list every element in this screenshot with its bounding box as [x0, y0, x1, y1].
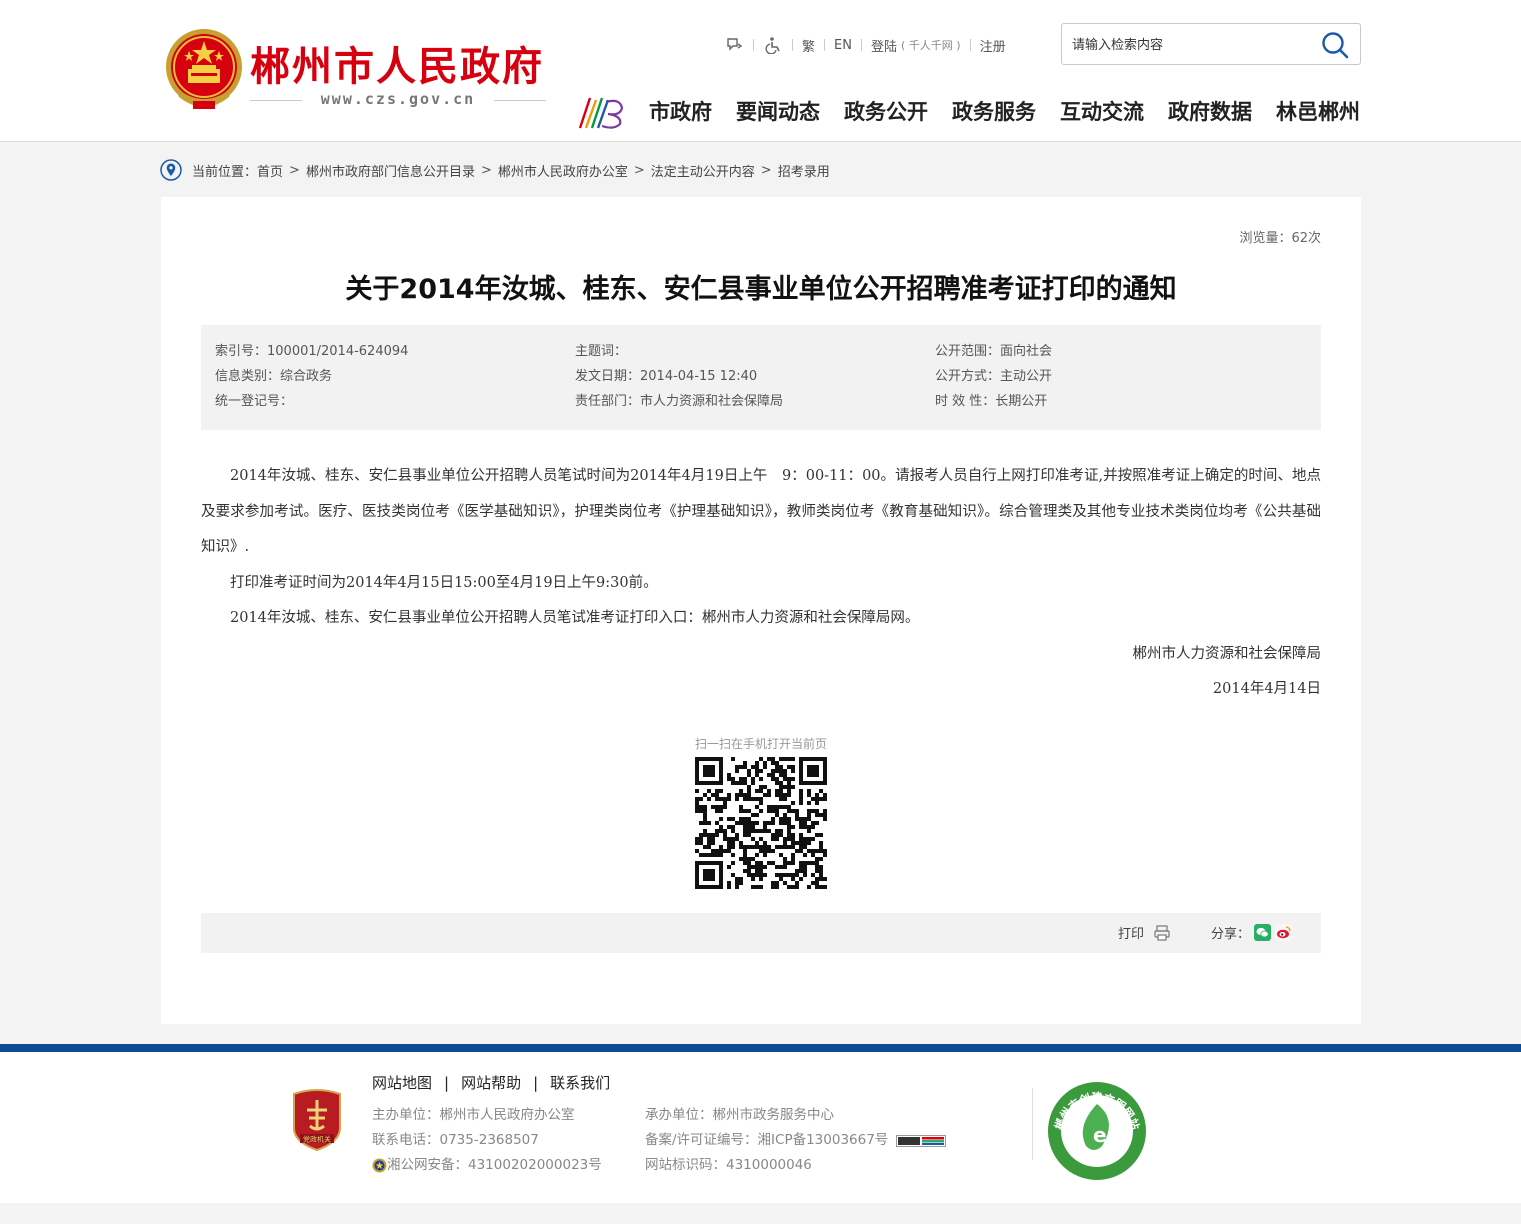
party-government-badge-icon[interactable]: 党政机关 [290, 1088, 344, 1152]
footer-operator: 承办单位：郴州市政务服务中心 [645, 1107, 834, 1123]
separator [860, 39, 862, 51]
breadcrumb-home[interactable]: 首页 [257, 161, 283, 180]
footer-site-id: 网站标识码：4310000046 [645, 1157, 812, 1173]
footer-icp-text: 备案/许可证编号：湘ICP备13003667号 [645, 1132, 889, 1148]
divider [250, 100, 302, 101]
footer-police-text: 湘公网安备：43100202000023号 [387, 1157, 602, 1173]
weibo-icon[interactable] [1275, 924, 1293, 941]
article-card: 浏览量：62次 关于2014年汝城、桂东、安仁县事业单位公开招聘准考证打印的通知… [161, 197, 1361, 1024]
breadcrumb-separator: > [633, 162, 645, 178]
separator [824, 39, 826, 51]
footer-link-help[interactable]: 网站帮助 [461, 1072, 521, 1093]
nav-item-services[interactable]: 政务服务 [952, 96, 1036, 128]
meta-scope: 公开范围：面向社会 [935, 344, 1053, 359]
site-title[interactable]: 郴州市人民政府 [250, 34, 544, 92]
print-button[interactable]: 打印 [1118, 923, 1171, 942]
separator [792, 39, 793, 51]
article-paragraph: 2014年汝城、桂东、安仁县事业单位公开招聘人员笔试时间为2014年4月19日上… [201, 468, 1321, 555]
breadcrumb-statutory[interactable]: 法定主动公开内容 [651, 161, 755, 180]
view-count: 浏览量：62次 [1239, 227, 1321, 246]
separator: | [533, 1073, 539, 1092]
login-link[interactable]: 登陆 [871, 36, 897, 55]
footer-links: 网站地图 | 网站帮助 | 联系我们 [372, 1072, 610, 1093]
footer-host: 主办单位：郴州市人民政府办公室 [372, 1107, 575, 1123]
divider [1032, 1088, 1033, 1160]
nav-item-city-government[interactable]: 市政府 [649, 96, 712, 128]
site-url-row: www.czs.gov.cn [250, 90, 546, 110]
national-emblem-icon[interactable] [163, 27, 245, 113]
article-body: 2014年汝城、桂东、安仁县事业单位公开招聘人员笔试时间为2014年4月19日上… [201, 459, 1321, 708]
meta-method: 公开方式：主动公开 [935, 369, 1053, 384]
nav-item-public-affairs[interactable]: 政务公开 [844, 96, 928, 128]
footer-police-record[interactable]: 湘公网安备：43100202000023号 [372, 1153, 602, 1178]
search-icon[interactable] [1320, 30, 1350, 60]
separator: | [444, 1073, 450, 1092]
meta-index-no: 索引号：100001/2014-624094 [215, 344, 409, 359]
article-paragraph: 2014年汝城、桂东、安仁县事业单位公开招聘人员笔试准考证打印入口：郴州市人力资… [230, 610, 920, 626]
traditional-chinese-link[interactable]: 繁 [802, 36, 815, 55]
printer-icon [1154, 924, 1170, 941]
share-label: 分享： [1211, 927, 1251, 942]
metadata-table: 索引号：100001/2014-624094 信息类别：综合政务 统一登记号： … [201, 325, 1321, 430]
site-url[interactable]: www.czs.gov.cn [310, 90, 486, 108]
meta-category: 信息类别：综合政务 [215, 369, 333, 384]
breadcrumb-catalog[interactable]: 郴州市政府部门信息公开目录 [306, 161, 475, 180]
breadcrumb-office[interactable]: 郴州市人民政府办公室 [498, 161, 628, 180]
breadcrumb-separator: > [289, 162, 300, 178]
article-paragraph: 打印准考证时间为2014年4月15日15:00至4月19日上午9:30前。 [230, 574, 658, 591]
article-sign-date: 2014年4月14日 [1212, 681, 1321, 697]
main-nav: 市政府 要闻动态 政务公开 政务服务 互动交流 政府数据 林邑郴州 [649, 96, 1360, 128]
nav-item-news[interactable]: 要闻动态 [736, 96, 820, 128]
print-label: 打印 [1118, 927, 1145, 942]
footer-link-contact[interactable]: 联系我们 [550, 1072, 610, 1093]
divider [494, 100, 546, 101]
breadcrumb: 当前位置： 首页 > 郴州市政府部门信息公开目录 > 郴州市人民政府办公室 > … [160, 158, 830, 182]
meta-keywords: 主题词： [575, 344, 628, 359]
login-note: ( 千人千网 ) [900, 39, 961, 52]
qr-code [695, 757, 827, 889]
cnnic-trust-icon [896, 1134, 947, 1147]
breadcrumb-separator: > [760, 162, 772, 178]
separator [969, 39, 971, 51]
qr-caption: 扫一扫在手机打开当前页 [694, 737, 827, 751]
separator [753, 39, 754, 51]
badge-text: 党政机关 [303, 1135, 331, 1144]
footer-link-sitemap[interactable]: 网站地图 [372, 1072, 432, 1093]
view-count-value: 62次 [1291, 231, 1321, 246]
site-footer: 党政机关 网站地图 | 网站帮助 | 联系我们 主办单位：郴州市人民政府办公室 … [0, 1052, 1521, 1203]
article-title: 关于2014年汝城、桂东、安仁县事业单位公开招聘准考证打印的通知 [345, 274, 1177, 305]
footer-bar [0, 1044, 1521, 1052]
view-count-label: 浏览量： [1239, 231, 1292, 246]
search-input[interactable] [1072, 34, 1312, 56]
english-link[interactable]: EN [834, 38, 852, 53]
article-signature: 郴州市人力资源和社会保障局 [1132, 645, 1322, 662]
location-pin-icon [160, 159, 182, 181]
site-header: 郴州市人民政府 www.czs.gov.cn 繁 EN 登陆 ( 千人千网 ) … [0, 0, 1521, 142]
top-links: 繁 EN 登陆 ( 千人千网 ) 注册 [724, 34, 1006, 56]
meta-date: 发文日期：2014-04-15 12:40 [575, 369, 758, 384]
nav-item-data[interactable]: 政府数据 [1168, 96, 1252, 128]
footer-phone: 联系电话：0735-2368507 [372, 1132, 539, 1148]
wechat-icon[interactable] [1254, 924, 1272, 941]
nav-item-linyi-chenzhou[interactable]: 林邑郴州 [1276, 96, 1360, 128]
article-toolbar: 打印 分享： [201, 913, 1321, 953]
meta-validity: 时 效 性：长期公开 [935, 394, 1048, 409]
register-link[interactable]: 注册 [980, 36, 1006, 55]
police-emblem-icon [372, 1158, 387, 1173]
bottom-strip [0, 1203, 1521, 1224]
accessibility-icon[interactable] [763, 35, 783, 55]
search-box [1061, 23, 1361, 65]
meta-department: 责任部门：市人力资源和社会保障局 [575, 394, 784, 409]
read-aloud-icon[interactable] [724, 35, 744, 55]
footer-icp[interactable]: 备案/许可证编号：湘ICP备13003667号 [645, 1128, 947, 1153]
svg-text:e: e [1093, 1123, 1107, 1147]
breadcrumb-separator: > [480, 162, 492, 178]
city-logo-icon [578, 97, 624, 129]
breadcrumb-recruitment[interactable]: 招考录用 [778, 161, 830, 180]
civilized-website-badge-icon[interactable]: 郴州市创建文明网站 e [1046, 1080, 1148, 1182]
nav-item-interaction[interactable]: 互动交流 [1060, 96, 1144, 128]
share-group: 分享： [1211, 923, 1293, 942]
meta-registration-no: 统一登记号： [215, 394, 294, 409]
breadcrumb-lead: 当前位置： [192, 164, 258, 180]
